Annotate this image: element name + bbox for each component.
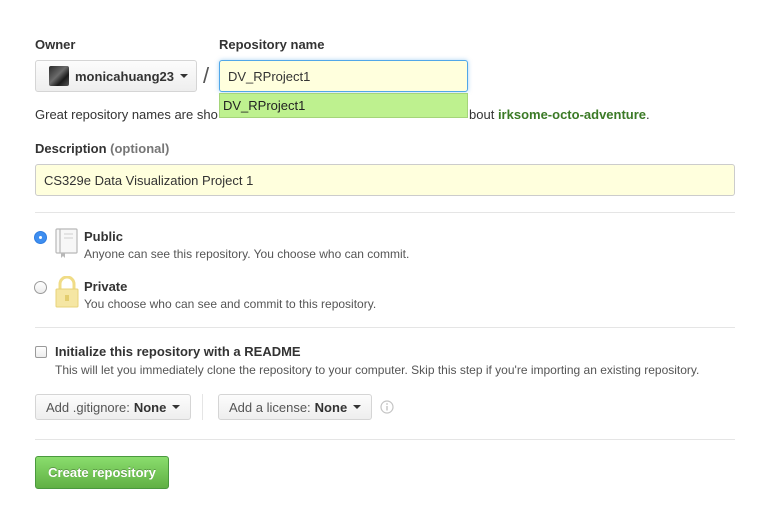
- description-label-group: Description (optional): [35, 141, 169, 156]
- readme-checkbox[interactable]: [35, 346, 47, 358]
- chevron-down-icon: [172, 405, 181, 409]
- private-radio[interactable]: [34, 281, 47, 294]
- owner-label: Owner: [35, 37, 76, 52]
- description-input[interactable]: [35, 164, 735, 196]
- gitignore-dropdown[interactable]: Add .gitignore: None: [35, 394, 192, 420]
- info-icon[interactable]: [380, 400, 394, 417]
- readme-description: This will let you immediately clone the …: [55, 363, 700, 377]
- license-dropdown[interactable]: Add a license: None: [218, 394, 373, 420]
- chevron-down-icon: [353, 405, 362, 409]
- repo-name-label: Repository name: [219, 37, 325, 52]
- license-label: Add a license:: [229, 399, 311, 415]
- description-optional: (optional): [110, 141, 170, 156]
- readme-title: Initialize this repository with a README: [55, 344, 301, 359]
- avatar: [49, 66, 69, 86]
- public-option: Public Anyone can see this repository. Y…: [84, 229, 409, 261]
- public-title: Public: [84, 229, 124, 244]
- private-description: You choose who can see and commit to thi…: [84, 297, 377, 311]
- private-title: Private: [84, 279, 128, 294]
- hint-end: bout: [469, 107, 495, 122]
- gitignore-label: Add .gitignore:: [46, 399, 130, 415]
- public-description: Anyone can see this repository. You choo…: [84, 247, 410, 261]
- book-icon: [55, 228, 79, 261]
- create-repository-button[interactable]: Create repository: [35, 456, 169, 489]
- description-label: Description: [35, 141, 107, 156]
- lock-icon: [55, 275, 79, 311]
- license-value: None: [314, 399, 348, 415]
- public-radio[interactable]: [34, 231, 47, 244]
- owner-dropdown[interactable]: monicahuang23: [35, 60, 197, 92]
- divider: [35, 212, 735, 213]
- chevron-down-icon: [179, 74, 188, 78]
- private-option: Private You choose who can see and commi…: [84, 279, 376, 311]
- owner-repo-separator: /: [203, 63, 210, 88]
- hint-tail: .: [646, 107, 650, 122]
- repo-name-hint: Great repository names are sho: [35, 107, 218, 122]
- hint-example-link[interactable]: irksome-octo-adventure: [498, 107, 646, 122]
- hint-start: Great repository names are sho: [35, 107, 218, 122]
- repo-name-input[interactable]: [219, 60, 468, 92]
- divider: [35, 327, 735, 328]
- autocomplete-suggestion[interactable]: DV_RProject1: [219, 93, 468, 118]
- owner-username: monicahuang23: [75, 68, 174, 84]
- gitignore-value: None: [133, 399, 167, 415]
- repo-name-hint-end: bout irksome-octo-adventure.: [469, 107, 650, 122]
- select-separator: [202, 394, 203, 420]
- divider: [35, 439, 735, 440]
- readme-option: Initialize this repository with a README…: [55, 344, 699, 377]
